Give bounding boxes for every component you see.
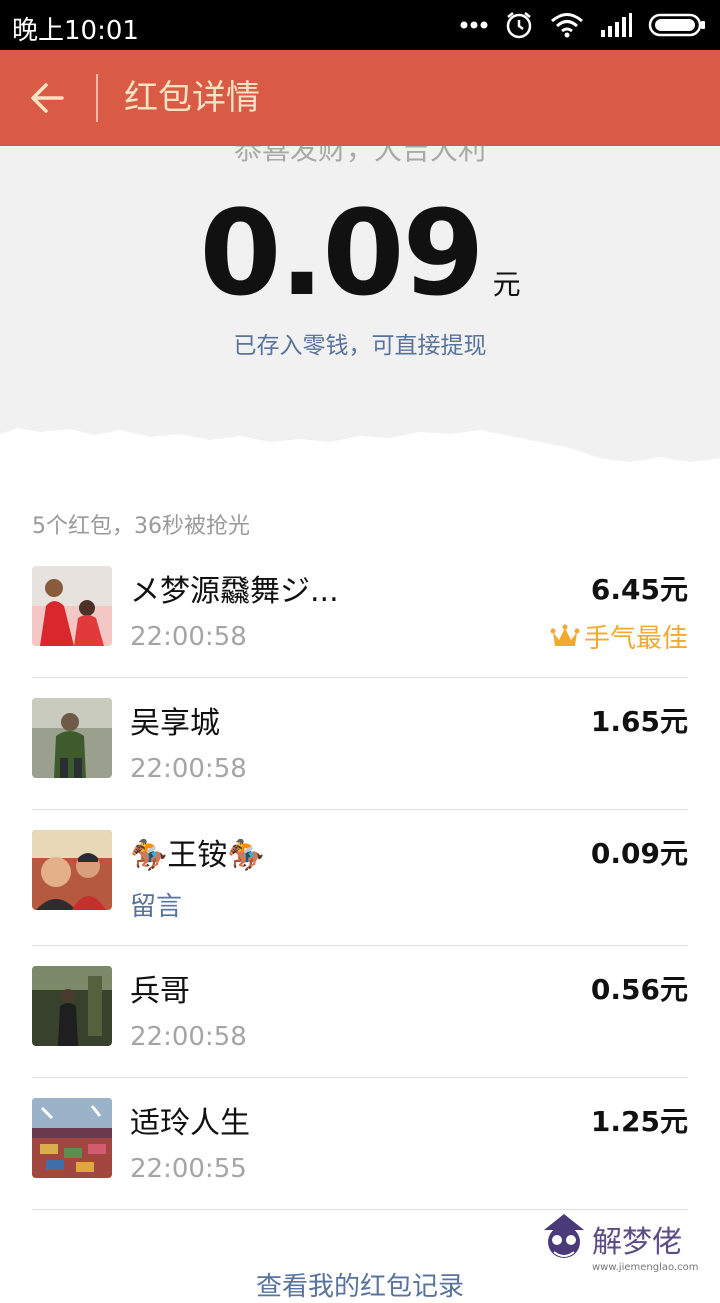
back-arrow-icon	[31, 83, 64, 113]
recipient-amount: 0.09元	[590, 837, 688, 870]
app-header: 红包详情	[0, 50, 720, 146]
signal-icon	[601, 13, 632, 37]
received-amount: 0.09 元	[0, 184, 720, 322]
greeting-text: 恭喜发财，大吉大利	[233, 146, 486, 166]
recipient-amount: 1.25元	[590, 1105, 688, 1138]
best-luck-label: 手气最佳	[583, 624, 688, 654]
avatar	[32, 830, 112, 910]
message-link[interactable]: 留言	[130, 886, 182, 923]
avatar	[32, 966, 112, 1046]
header-divider	[96, 74, 98, 122]
recipient-name: 🏇王铵🏇	[130, 838, 265, 873]
recipient-amount: 1.65元	[590, 705, 688, 738]
avatar	[32, 698, 112, 778]
receive-time: 22:00:58	[130, 622, 247, 652]
amount-summary: 恭喜发财，大吉大利 0.09 元 已存入零钱，可直接提现	[0, 146, 720, 466]
receive-time: 22:00:55	[130, 1154, 247, 1184]
torn-paper-edge	[0, 428, 720, 466]
recipient-amount: 6.45元	[590, 573, 688, 606]
watermark-logo: 解梦佬 www.jiemenglao.com	[544, 1214, 698, 1273]
status-time: 晚上10:01	[12, 16, 139, 46]
battery-icon	[648, 13, 705, 37]
list-item[interactable]: 适玲人生 22:00:55 1.25元	[0, 1078, 720, 1210]
svg-text:解梦佬: 解梦佬	[592, 1225, 682, 1260]
recipient-name: 适玲人生	[130, 1106, 250, 1141]
list-item[interactable]: 吴享城 22:00:58 1.65元	[0, 678, 720, 810]
back-button[interactable]	[26, 76, 70, 120]
svg-text:www.jiemenglao.com: www.jiemenglao.com	[592, 1262, 698, 1273]
more-dots-icon	[460, 21, 488, 29]
amount-value: 0.09	[199, 184, 484, 322]
receive-time: 22:00:58	[130, 754, 247, 784]
list-item[interactable]: 🏇王铵🏇 留言 0.09元	[0, 810, 720, 946]
recipient-name: 兵哥	[130, 974, 190, 1009]
crown-icon	[550, 624, 580, 646]
avatar	[32, 566, 112, 646]
list-item[interactable]: 兵哥 22:00:58 0.56元	[0, 946, 720, 1078]
amount-unit: 元	[492, 268, 521, 301]
page-title: 红包详情	[124, 78, 260, 118]
packet-summary: 5个红包，36秒被抢光	[32, 514, 250, 539]
list-item[interactable]: メ梦源飝舞ジ... 22:00:58 6.45元 手气最佳	[0, 546, 720, 678]
recipient-name: メ梦源飝舞ジ...	[130, 574, 339, 609]
status-bar: 晚上10:01	[0, 0, 720, 50]
best-luck-badge: 手气最佳	[550, 618, 688, 655]
wifi-icon	[551, 13, 583, 38]
avatar	[32, 1098, 112, 1178]
wallet-note-link[interactable]: 已存入零钱，可直接提现	[0, 326, 720, 360]
recipient-amount: 0.56元	[590, 973, 688, 1006]
status-icons	[460, 8, 706, 42]
recipient-list: メ梦源飝舞ジ... 22:00:58 6.45元 手气最佳 吴享城 22:00:…	[0, 546, 720, 1210]
recipient-name: 吴享城	[130, 706, 220, 741]
receive-time: 22:00:58	[130, 1022, 247, 1052]
alarm-icon	[506, 12, 532, 39]
